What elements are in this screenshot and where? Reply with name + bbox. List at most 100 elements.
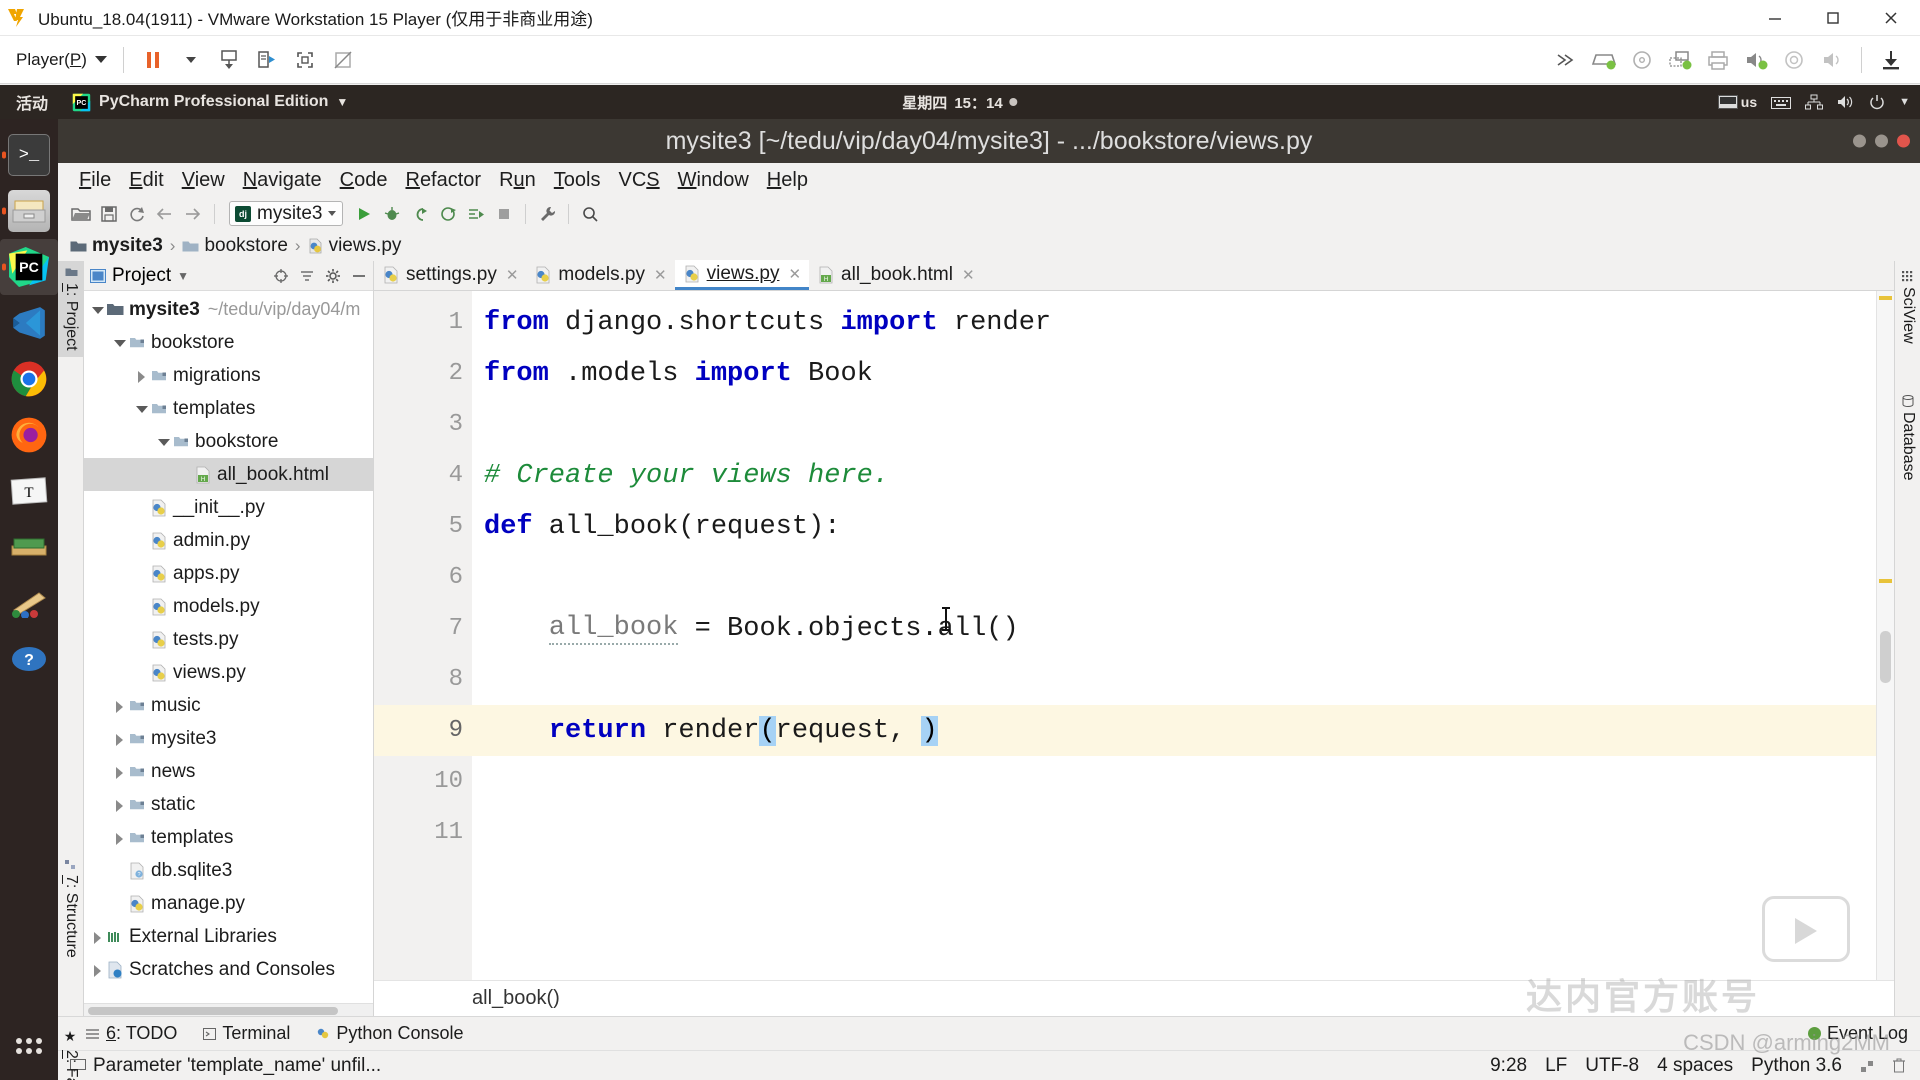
- chevron-right-icon[interactable]: [112, 831, 126, 845]
- tree-item-all-book-html[interactable]: Hall_book.html: [84, 458, 373, 491]
- tree-item-external-libraries[interactable]: External Libraries: [84, 920, 373, 953]
- menu-vcs[interactable]: VCS: [610, 167, 669, 194]
- close-tab-icon[interactable]: ✕: [654, 266, 667, 284]
- dock-item-pycharm[interactable]: PC: [0, 239, 58, 295]
- line-number[interactable]: 2−: [374, 348, 472, 399]
- debug-button[interactable]: [379, 201, 405, 227]
- breadcrumb-item-views[interactable]: views.py: [308, 235, 402, 257]
- wrench-icon[interactable]: [534, 201, 560, 227]
- code-editor[interactable]: from django.shortcuts import renderfrom …: [472, 291, 1876, 980]
- power-icon[interactable]: [1869, 94, 1885, 110]
- tree-item-migrations[interactable]: migrations: [84, 359, 373, 392]
- code-line[interactable]: from django.shortcuts import render: [472, 297, 1876, 348]
- menu-navigate[interactable]: Navigate: [234, 167, 331, 194]
- power-dropdown-button[interactable]: [172, 41, 210, 79]
- suspend-button[interactable]: [134, 41, 172, 79]
- minus-icon[interactable]: [351, 268, 367, 284]
- sidebar-item-structure[interactable]: 7: Structure: [58, 853, 84, 964]
- chevron-right-icon[interactable]: [90, 930, 104, 944]
- refresh-icon[interactable]: [124, 201, 150, 227]
- tree-item-bookstore[interactable]: bookstore: [84, 326, 373, 359]
- tree-item-news[interactable]: news: [84, 755, 373, 788]
- menu-view[interactable]: View: [173, 167, 234, 194]
- chevron-right-icon[interactable]: [112, 732, 126, 746]
- speaker-on-icon[interactable]: [1737, 41, 1775, 79]
- code-line[interactable]: [472, 756, 1876, 807]
- bottom-tab-todo[interactable]: 6: TODO: [86, 1023, 177, 1044]
- gear-icon[interactable]: [325, 268, 341, 284]
- code-line[interactable]: from .models import Book: [472, 348, 1876, 399]
- sidebar-item-favorites[interactable]: ★ 2: Favorites: [58, 1023, 84, 1080]
- editor-gutter[interactable]: 1−2−345−67891011: [374, 291, 472, 980]
- event-log-button[interactable]: Event Log: [1808, 1023, 1920, 1044]
- stop-button[interactable]: [491, 201, 517, 227]
- tree-item-views-py[interactable]: views.py: [84, 656, 373, 689]
- tree-item-db-sqlite3[interactable]: ?db.sqlite3: [84, 854, 373, 887]
- menu-edit[interactable]: Edit: [120, 167, 172, 194]
- status-line-separator[interactable]: LF: [1545, 1055, 1567, 1077]
- trash-icon[interactable]: [1892, 1058, 1906, 1073]
- download-icon[interactable]: [1872, 41, 1910, 79]
- search-icon[interactable]: [577, 201, 603, 227]
- dock-item-help[interactable]: ?: [0, 631, 58, 687]
- dock-item-files[interactable]: [0, 183, 58, 239]
- tree-item-templates[interactable]: templates: [84, 821, 373, 854]
- close-tab-icon[interactable]: ✕: [788, 265, 801, 283]
- warning-marker[interactable]: [1879, 579, 1892, 583]
- system-status-area[interactable]: us: [1718, 94, 1910, 110]
- harddisk-icon[interactable]: [1585, 41, 1623, 79]
- breadcrumb-item-mysite3[interactable]: mysite3: [70, 235, 163, 257]
- target-icon[interactable]: [273, 268, 289, 284]
- line-number[interactable]: 8: [374, 654, 472, 705]
- tree-item-apps-py[interactable]: apps.py: [84, 557, 373, 590]
- menu-run[interactable]: Run: [490, 167, 545, 194]
- tree-item-mysite3[interactable]: mysite3: [84, 722, 373, 755]
- arrow-left-icon[interactable]: [152, 201, 178, 227]
- code-line[interactable]: # Create your views here.: [472, 450, 1876, 501]
- tree-item-tests-py[interactable]: tests.py: [84, 623, 373, 656]
- run-coverage-button[interactable]: [407, 201, 433, 227]
- line-number[interactable]: 3: [374, 399, 472, 450]
- sidebar-item-project[interactable]: 1: Project: [58, 261, 84, 357]
- status-indent[interactable]: 4 spaces: [1657, 1055, 1733, 1077]
- vcs-branch-icon[interactable]: [1860, 1059, 1874, 1073]
- close-tab-icon[interactable]: ✕: [506, 266, 519, 284]
- code-line[interactable]: [472, 399, 1876, 450]
- save-icon[interactable]: [96, 201, 122, 227]
- chevron-right-icon[interactable]: [112, 798, 126, 812]
- editor-marker-bar[interactable]: [1876, 291, 1894, 980]
- sidebar-item-sciview[interactable]: SciView: [1895, 265, 1920, 350]
- network-icon[interactable]: [1661, 41, 1699, 79]
- activities-button[interactable]: 活动: [0, 90, 62, 114]
- sidebar-item-database[interactable]: Database: [1895, 389, 1920, 487]
- player-menu-button[interactable]: Player(P): [10, 50, 113, 70]
- code-line[interactable]: return render(request, ): [472, 705, 1876, 756]
- dock-item-firefox[interactable]: [0, 407, 58, 463]
- code-line[interactable]: [472, 552, 1876, 603]
- dock-item-text-editor[interactable]: T: [0, 463, 58, 519]
- send-keys-button[interactable]: [248, 41, 286, 79]
- chevron-down-icon[interactable]: [134, 402, 148, 416]
- console-run-button[interactable]: [463, 201, 489, 227]
- code-line[interactable]: def all_book(request):: [472, 501, 1876, 552]
- run-button[interactable]: [351, 201, 377, 227]
- caret-down-icon[interactable]: ▼: [1899, 96, 1910, 108]
- menu-tools[interactable]: Tools: [545, 167, 610, 194]
- arrow-right-icon[interactable]: [180, 201, 206, 227]
- folder-open-icon[interactable]: [68, 201, 94, 227]
- printer-icon[interactable]: [1699, 41, 1737, 79]
- bottom-tab-terminal[interactable]: Terminal: [203, 1023, 290, 1044]
- editor-tab-models-py[interactable]: models.py✕: [526, 260, 674, 290]
- tree-item--init-py[interactable]: __init__.py: [84, 491, 373, 524]
- network-icon[interactable]: [1805, 94, 1823, 110]
- code-line[interactable]: all_book = Book.objects.all(): [472, 603, 1876, 654]
- chevron-double-right-icon[interactable]: [1547, 41, 1585, 79]
- dock-item-gimp[interactable]: [0, 575, 58, 631]
- collapse-all-icon[interactable]: [299, 268, 315, 284]
- run-configuration-selector[interactable]: dj mysite3: [229, 201, 343, 226]
- dock-item-books[interactable]: [0, 519, 58, 575]
- dock-item-terminal[interactable]: >_: [0, 127, 58, 183]
- tree-item-scratches-and-consoles[interactable]: Scratches and Consoles: [84, 953, 373, 986]
- chevron-right-icon[interactable]: [112, 765, 126, 779]
- camera-icon[interactable]: [1775, 41, 1813, 79]
